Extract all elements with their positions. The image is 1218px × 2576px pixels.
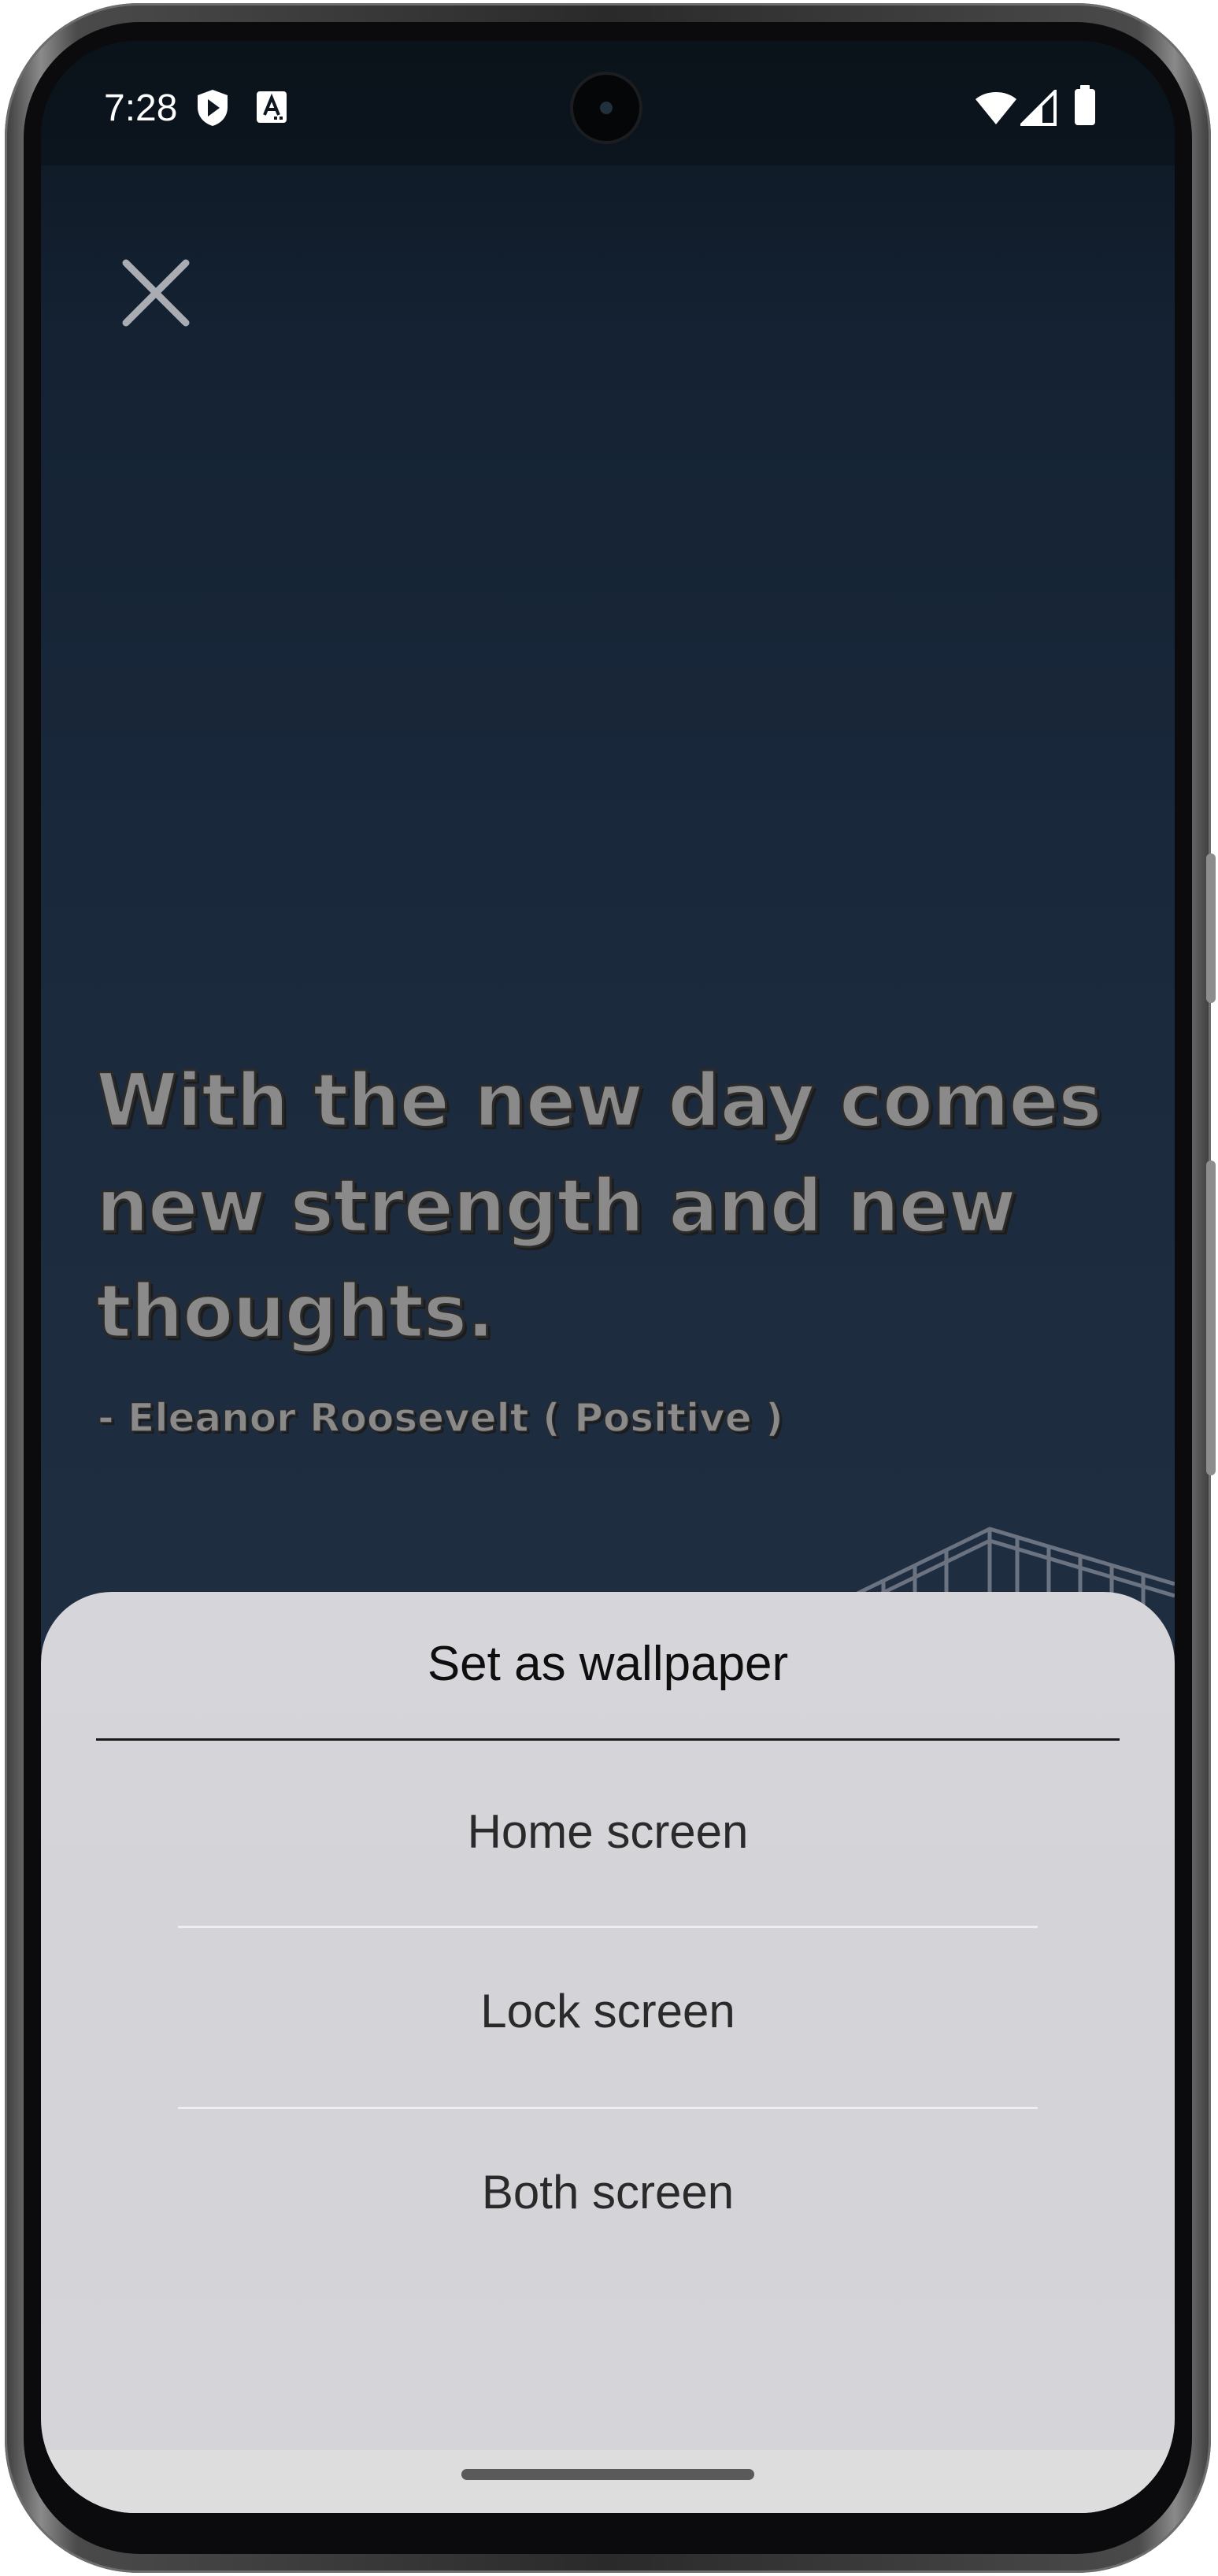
volume-button	[1206, 1160, 1216, 1475]
text-a-icon	[257, 91, 287, 123]
battery-icon	[1075, 85, 1095, 125]
front-camera	[573, 75, 639, 141]
status-time: 7:28	[104, 87, 178, 129]
home-screen-option[interactable]: Home screen	[41, 1757, 1175, 1907]
navigation-bar	[41, 2450, 1175, 2513]
close-button[interactable]	[117, 254, 195, 332]
both-screen-option[interactable]: Both screen	[41, 2118, 1175, 2267]
phone-frame: With the new day comes new strength and …	[5, 3, 1216, 2573]
sheet-title: Set as wallpaper	[427, 1637, 789, 1691]
quote-attribution: - Eleanor Roosevelt ( Positive )	[97, 1394, 783, 1442]
wallpaper-bottom-sheet: Set as wallpaper Home screen Lock screen…	[41, 1592, 1175, 2513]
wifi-icon	[976, 92, 1016, 124]
home-gesture-handle[interactable]	[461, 2469, 754, 2480]
shield-play-icon	[198, 90, 228, 126]
sheet-title-divider	[96, 1738, 1120, 1741]
option-divider	[178, 2107, 1038, 2109]
lock-screen-option[interactable]: Lock screen	[41, 1937, 1175, 2086]
option-divider	[178, 1926, 1038, 1928]
cell-signal-icon	[1020, 90, 1057, 126]
status-bar: 7:28	[41, 41, 1175, 165]
quote-text: With the new day comes new strength and …	[95, 1057, 1104, 1356]
screen: With the new day comes new strength and …	[41, 41, 1175, 2513]
close-icon	[122, 259, 190, 327]
power-button	[1206, 853, 1216, 1003]
